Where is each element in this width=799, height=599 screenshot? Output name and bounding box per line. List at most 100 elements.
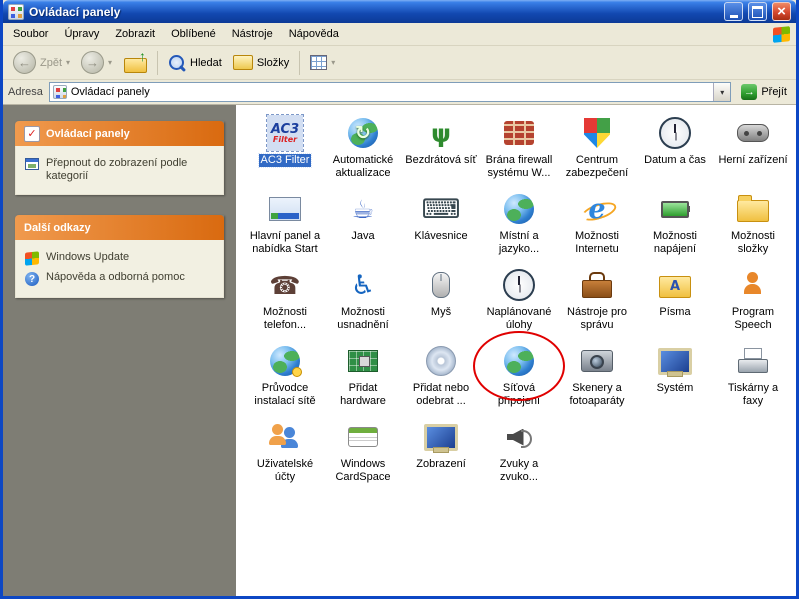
folder-icon	[735, 191, 771, 227]
control-panel-item-24[interactable]: Síťová připojení	[480, 339, 558, 415]
power-icon	[657, 191, 693, 227]
main-area: AC3 Filter Automatické aktualizace Bezdr…	[236, 105, 796, 596]
item-label: Naplánované úlohy	[481, 306, 557, 331]
hardware-icon	[345, 343, 381, 379]
menu-item-0[interactable]: Soubor	[5, 25, 56, 43]
help-and-support-link[interactable]: Nápověda a odborná pomoc	[25, 268, 214, 289]
control-panel-item-20[interactable]: Program Speech	[714, 263, 792, 339]
views-button[interactable]: ▾	[306, 53, 339, 72]
switch-category-view-link[interactable]: Přepnout do zobrazení podle kategorií	[25, 154, 214, 186]
control-panel-item-21[interactable]: Průvodce instalací sítě	[246, 339, 324, 415]
switch-view-icon	[25, 158, 39, 170]
fonts-icon	[657, 267, 693, 303]
item-label: Zvuky a zvuko...	[481, 458, 557, 483]
go-button[interactable]: Přejít	[737, 83, 791, 101]
toolbar-separator	[299, 51, 300, 75]
up-button[interactable]	[119, 50, 151, 76]
item-label: Místní a jazyko...	[481, 230, 557, 255]
address-value: Ovládací panely	[71, 86, 709, 98]
panel-header-see-also[interactable]: Další odkazy	[15, 215, 224, 240]
search-icon	[168, 54, 186, 72]
control-panel-item-28[interactable]: Uživatelské účty	[246, 415, 324, 491]
search-label: Hledat	[190, 57, 222, 69]
control-panel-item-4[interactable]: Centrum zabezpečení	[558, 111, 636, 187]
control-panel-item-8[interactable]: Java	[324, 187, 402, 263]
control-panel-check-icon	[24, 126, 40, 142]
panel-header-control-panel[interactable]: Ovládací panely	[15, 121, 224, 146]
globe-icon	[501, 191, 537, 227]
control-panel-item-15[interactable]: Možnosti usnadnění	[324, 263, 402, 339]
menu-item-5[interactable]: Nápověda	[281, 25, 347, 43]
control-panel-item-27[interactable]: Tiskárny a faxy	[714, 339, 792, 415]
control-panel-item-5[interactable]: Datum a čas	[636, 111, 714, 187]
menu-item-2[interactable]: Zobrazit	[107, 25, 163, 43]
link-label: Přepnout do zobrazení podle kategorií	[46, 157, 214, 183]
tasks-icon	[501, 267, 537, 303]
speech-icon	[735, 267, 771, 303]
control-panel-item-19[interactable]: Písma	[636, 263, 714, 339]
forward-button[interactable]: ▾	[77, 49, 116, 76]
windows-update-link[interactable]: Windows Update	[25, 248, 214, 268]
control-panel-item-7[interactable]: Hlavní panel a nabídka Start	[246, 187, 324, 263]
maximize-button[interactable]	[748, 2, 767, 21]
control-panel-item-6[interactable]: Herní zařízení	[714, 111, 792, 187]
forward-icon	[81, 51, 104, 74]
views-dropdown-caret-icon[interactable]: ▾	[331, 58, 335, 67]
close-button[interactable]	[772, 2, 791, 21]
address-input[interactable]: Ovládací panely ▾	[49, 82, 731, 102]
control-panel-item-22[interactable]: Přidat hardware	[324, 339, 402, 415]
toolbox-icon	[579, 267, 615, 303]
menu-item-1[interactable]: Úpravy	[56, 25, 107, 43]
item-label: Síťová připojení	[481, 382, 557, 407]
control-panel-item-18[interactable]: Nástroje pro správu	[558, 263, 636, 339]
control-panel-item-1[interactable]: Automatické aktualizace	[324, 111, 402, 187]
control-panel-item-11[interactable]: Možnosti Internetu	[558, 187, 636, 263]
taskbar-icon	[267, 191, 303, 227]
control-panel-item-14[interactable]: Možnosti telefon...	[246, 263, 324, 339]
folders-icon	[233, 55, 253, 70]
phone-icon	[267, 267, 303, 303]
panel-title: Další odkazy	[24, 222, 91, 234]
control-panel-item-25[interactable]: Skenery a fotoaparáty	[558, 339, 636, 415]
item-label: Java	[349, 230, 376, 243]
minimize-button[interactable]	[724, 2, 743, 21]
control-panel-item-23[interactable]: Přidat nebo odebrat ...	[402, 339, 480, 415]
item-label: AC3 Filter	[259, 154, 312, 167]
item-label: Bezdrátová síť	[403, 154, 478, 167]
control-panel-item-10[interactable]: Místní a jazyko...	[480, 187, 558, 263]
control-panel-item-16[interactable]: Myš	[402, 263, 480, 339]
address-dropdown-button[interactable]: ▾	[713, 83, 730, 101]
control-panel-item-3[interactable]: Brána firewall systému W...	[480, 111, 558, 187]
forward-dropdown-caret-icon[interactable]: ▾	[108, 58, 112, 67]
menu-item-3[interactable]: Oblíbené	[163, 25, 224, 43]
folders-button[interactable]: Složky	[229, 53, 293, 72]
control-panel-item-2[interactable]: Bezdrátová síť	[402, 111, 480, 187]
control-panel-item-31[interactable]: Zvuky a zvuko...	[480, 415, 558, 491]
control-panel-item-13[interactable]: Možnosti složky	[714, 187, 792, 263]
wireless-icon	[423, 115, 459, 151]
views-grid-icon	[310, 55, 327, 70]
item-label: Systém	[655, 382, 696, 395]
control-panel-item-9[interactable]: Klávesnice	[402, 187, 480, 263]
control-panel-item-30[interactable]: Zobrazení	[402, 415, 480, 491]
icon-grid: AC3 Filter Automatické aktualizace Bezdr…	[236, 105, 796, 491]
back-label: Zpět	[40, 57, 62, 69]
control-panel-item-26[interactable]: Systém	[636, 339, 714, 415]
control-panel-item-29[interactable]: Windows CardSpace	[324, 415, 402, 491]
menu-item-4[interactable]: Nástroje	[224, 25, 281, 43]
toolbar-separator	[157, 51, 158, 75]
item-label: Uživatelské účty	[247, 458, 323, 483]
address-bar: Adresa Ovládací panely ▾ Přejít	[3, 80, 796, 105]
search-button[interactable]: Hledat	[164, 52, 226, 74]
control-panel-item-17[interactable]: Naplánované úlohy	[480, 263, 558, 339]
control-panel-item-0[interactable]: AC3 Filter	[246, 111, 324, 187]
panel-title: Ovládací panely	[46, 128, 130, 140]
control-panel-item-12[interactable]: Možnosti napájení	[636, 187, 714, 263]
menu-items: SouborÚpravyZobrazitOblíbenéNástrojeNápo…	[5, 25, 347, 43]
folders-label: Složky	[257, 57, 289, 69]
panel-see-also: Další odkazy Windows Update Nápověda a o…	[15, 215, 224, 298]
item-label: Herní zařízení	[716, 154, 789, 167]
back-dropdown-caret-icon[interactable]: ▾	[66, 58, 70, 67]
item-label: Hlavní panel a nabídka Start	[247, 230, 323, 255]
back-button[interactable]: Zpět ▾	[9, 49, 74, 76]
